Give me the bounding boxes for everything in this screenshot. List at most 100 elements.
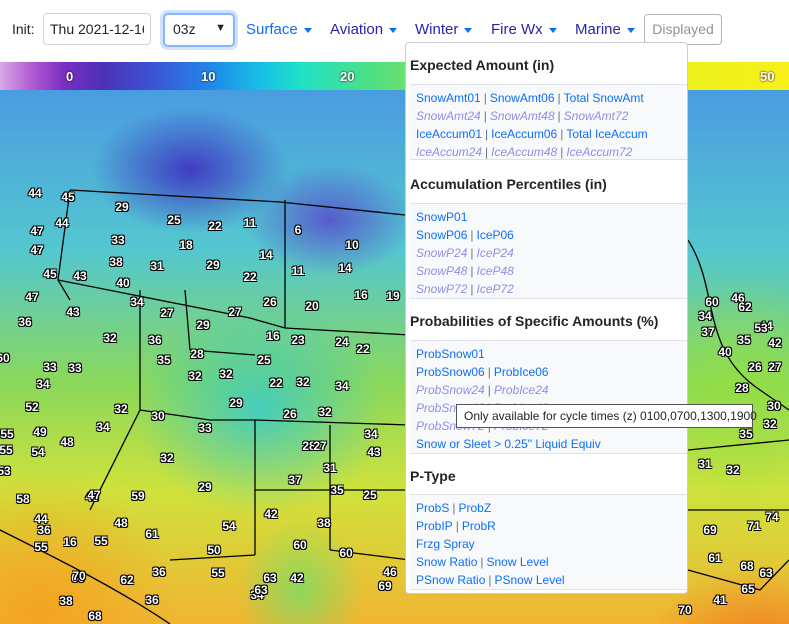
temperature-label: 34	[96, 420, 110, 434]
temperature-label: 35	[737, 333, 751, 347]
dropdown-row: SnowP72 | IceP72	[416, 282, 514, 296]
temperature-label: 50	[207, 543, 221, 557]
temperature-label: 55	[34, 540, 48, 554]
temperature-label: 53	[0, 464, 11, 478]
temperature-label: 36	[145, 593, 159, 607]
temperature-label: 29	[115, 200, 129, 214]
init-date-input[interactable]	[43, 13, 151, 45]
temperature-label: 32	[114, 402, 128, 416]
winter-dropdown-menu: Expected Amount (in) SnowAmt01 | SnowAmt06 |…	[405, 42, 688, 594]
temperature-label: 23	[291, 333, 305, 347]
product-link[interactable]: ProbR	[462, 519, 496, 533]
temperature-label: 38	[109, 255, 123, 269]
caret-down-icon	[303, 27, 312, 33]
temperature-label: 61	[708, 551, 722, 565]
product-link[interactable]: Snow Level	[487, 555, 549, 569]
temperature-label: 32	[726, 463, 740, 477]
product-link[interactable]: Snow Ratio	[416, 555, 477, 569]
temperature-label: 16	[354, 288, 368, 302]
menu-marine[interactable]: Marine	[575, 21, 635, 38]
product-link[interactable]: ProbZ	[458, 501, 491, 515]
product-link[interactable]: IceAccum06	[491, 127, 557, 141]
displayed-button[interactable]: Displayed	[644, 14, 722, 45]
product-link[interactable]: ProbSnow06	[416, 365, 485, 379]
temperature-label: 62	[738, 300, 752, 314]
temperature-label: 34	[130, 295, 144, 309]
product-link[interactable]: SnowAmt06	[490, 91, 555, 105]
temperature-label: 65	[741, 582, 755, 596]
product-link[interactable]: SnowP01	[416, 210, 467, 224]
dropdown-row: SnowP01	[416, 210, 467, 224]
product-link[interactable]: IceP06	[477, 228, 514, 242]
temperature-label: 31	[150, 259, 164, 273]
temperature-label: 60	[0, 351, 10, 365]
temperature-label: 6	[294, 223, 302, 237]
temperature-label: 35	[330, 483, 344, 497]
temperature-label: 48	[114, 516, 128, 530]
temperature-label: 30	[151, 409, 165, 423]
temperature-label: 60	[705, 295, 719, 309]
separator: |	[452, 501, 456, 515]
separator: |	[455, 519, 459, 533]
product-link[interactable]: Frzg Spray	[416, 537, 475, 551]
product-link: SnowP72	[416, 282, 468, 296]
product-link[interactable]: IceAccum01	[416, 127, 482, 141]
temperature-label: 31	[698, 457, 712, 471]
dropdown-row: ProbSnow01	[416, 347, 485, 361]
separator: |	[557, 109, 561, 123]
product-link: IceAccum48	[491, 145, 558, 159]
temperature-label: 42	[290, 571, 304, 585]
dropdown-section-group: ProbSnow01 ProbSnow06 | ProbIce06 ProbSnow24…	[410, 340, 687, 454]
init-label: Init:	[12, 21, 35, 37]
product-link[interactable]: Total SnowAmt	[564, 91, 644, 105]
temperature-label: 33	[68, 361, 82, 375]
product-link[interactable]: PSnow Ratio	[416, 573, 485, 587]
separator: |	[487, 383, 491, 397]
temperature-label: 69	[703, 523, 717, 537]
temperature-label: 44	[28, 186, 42, 200]
caret-down-icon	[548, 27, 557, 33]
dropdown-section-header: Expected Amount (in)	[410, 57, 555, 73]
temperature-label: 25	[363, 488, 377, 502]
product-link[interactable]: SnowAmt01	[416, 91, 481, 105]
temperature-label: 55	[211, 566, 225, 580]
menu-winter[interactable]: Winter	[415, 21, 473, 38]
dropdown-section-group: SnowP01 SnowP06 | IceP06 SnowP24 | IceP24 SnowP…	[410, 203, 687, 299]
temperature-label: 14	[338, 261, 352, 275]
product-link[interactable]: ProbIP	[416, 519, 453, 533]
temperature-label: 42	[264, 507, 278, 521]
product-link[interactable]: Total IceAccum	[566, 127, 647, 141]
temperature-label: 38	[59, 594, 73, 608]
product-link[interactable]: PSnow Level	[495, 573, 565, 587]
cycle-select-value: 03z	[173, 21, 196, 37]
separator: |	[483, 91, 487, 105]
product-link[interactable]: ProbS	[416, 501, 449, 515]
temperature-label: 27	[160, 306, 174, 320]
temperature-label: 60	[293, 538, 307, 552]
menu-aviation[interactable]: Aviation	[330, 21, 398, 38]
temperature-label: 61	[145, 527, 159, 541]
temperature-label: 25	[257, 353, 271, 367]
temperature-label: 16	[63, 535, 77, 549]
product-link[interactable]: ProbSnow01	[416, 347, 485, 361]
product-link: IceP72	[476, 282, 514, 296]
temperature-label: 30	[767, 399, 781, 413]
product-link[interactable]: ProbIce06	[494, 365, 549, 379]
product-link[interactable]: Snow or Sleet > 0.25" Liquid Equiv	[416, 437, 601, 451]
temperature-label: 34	[335, 379, 349, 393]
temperature-label: 29	[229, 396, 243, 410]
menu-fire-wx[interactable]: Fire Wx	[491, 21, 557, 38]
temperature-label: 58	[16, 492, 30, 506]
temperature-label: 37	[288, 473, 302, 487]
temperature-label: 45	[43, 267, 57, 281]
temperature-label: 14	[259, 248, 273, 262]
temperature-label: 33	[198, 421, 212, 435]
temperature-label: 32	[318, 405, 332, 419]
menu-surface[interactable]: Surface	[246, 21, 312, 38]
temperature-label: 41	[713, 593, 727, 607]
cycle-select[interactable]: 03z ▼	[163, 13, 235, 47]
temperature-label: 29	[198, 480, 212, 494]
separator: |	[485, 127, 489, 141]
product-link: SnowAmt24	[416, 109, 481, 123]
product-link[interactable]: SnowP06	[416, 228, 467, 242]
